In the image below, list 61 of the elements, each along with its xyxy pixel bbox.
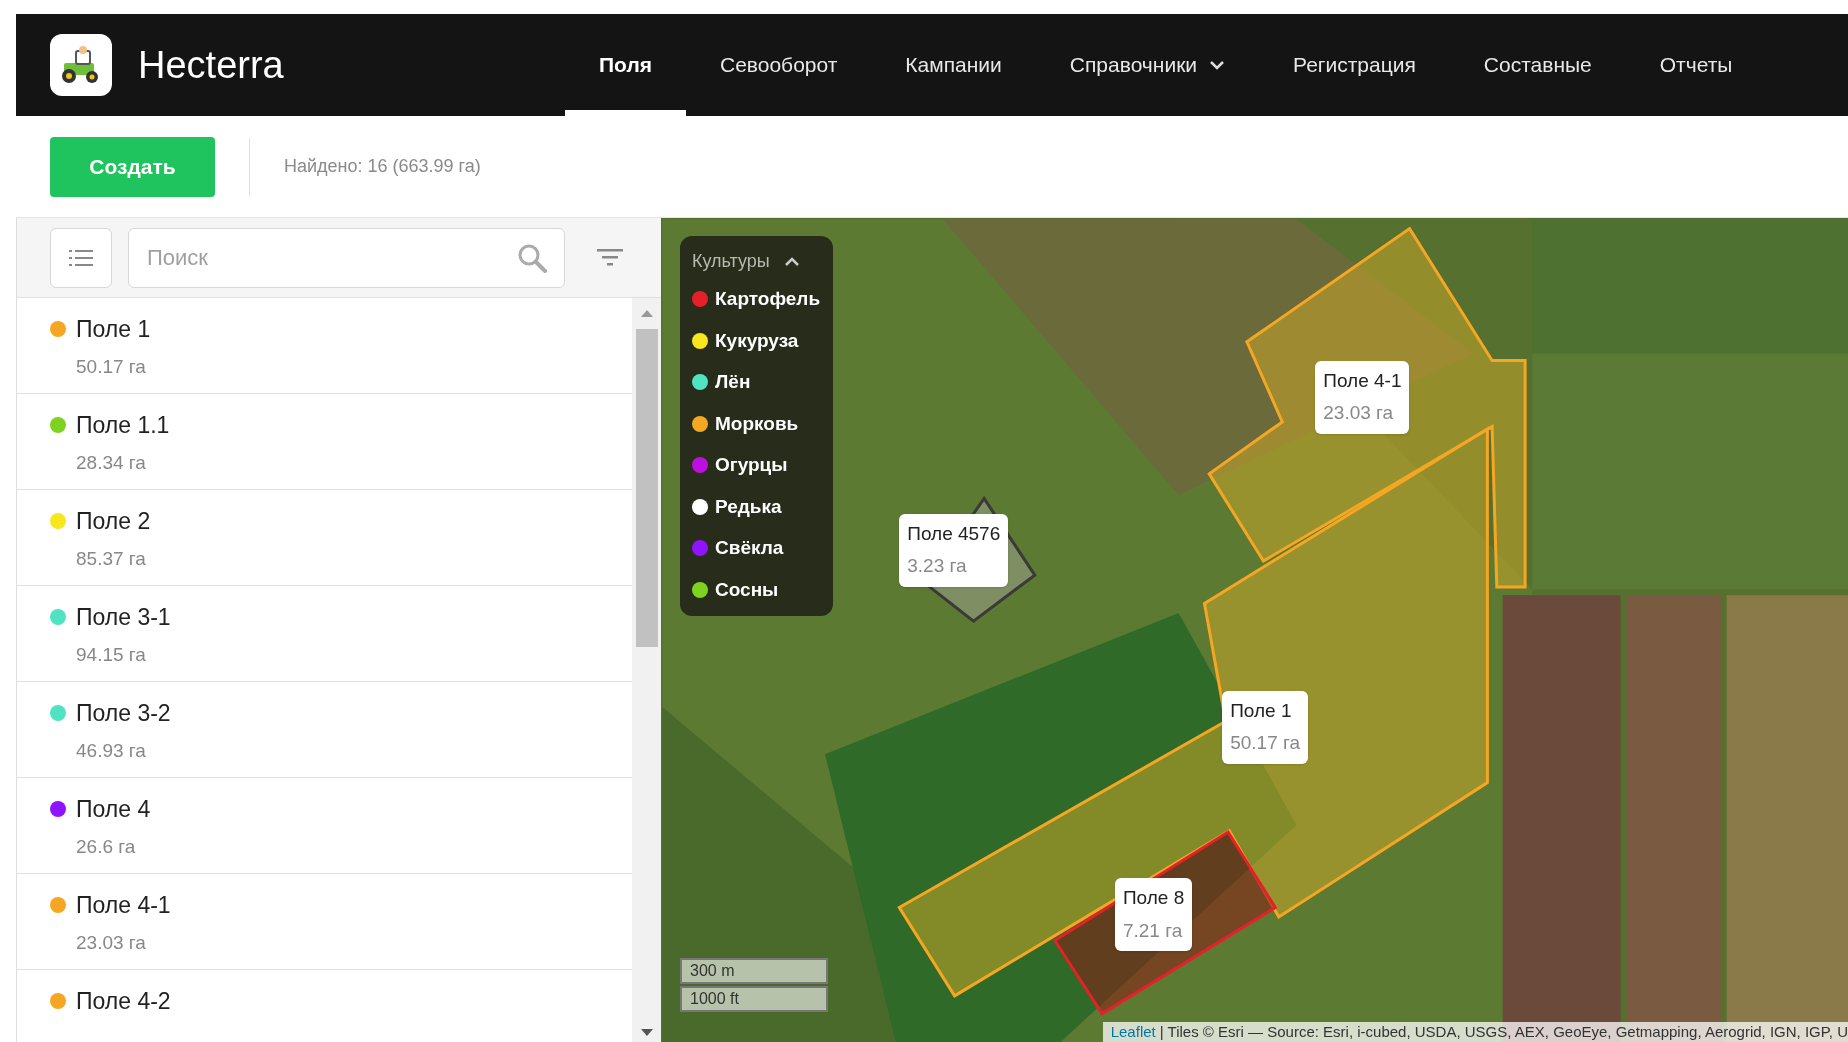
attribution-text: | Tiles © Esri — Source: Esri, i-cubed, USDA, USGS, AEX, GeoEye, Getmapping, Aerogrid, IGN, IGP, U [1159, 1021, 1848, 1042]
field-name: Поле 4-1 [1323, 368, 1402, 393]
scale-bar: 1000 ft [680, 986, 828, 1012]
legend-label: Кукуруза [715, 328, 799, 353]
field-name: Поле 3-1 [76, 603, 171, 632]
legend-title: Культуры [692, 250, 770, 273]
field-name: Поле 2 [76, 507, 151, 536]
field-area: 26.6 га [76, 832, 136, 861]
scrollbar-thumb[interactable] [635, 329, 658, 647]
field-name: Поле 4-1 [76, 891, 171, 920]
legend-label: Редька [715, 494, 782, 519]
field-area: 85.37 га [76, 544, 146, 573]
app-name: Hecterra [138, 42, 284, 88]
field-name: Поле 4576 [907, 521, 1001, 546]
leaflet-link[interactable]: Leaflet [1110, 1020, 1156, 1042]
field-tooltip[interactable]: Поле 1 50.17 га [1222, 690, 1309, 764]
list-icon [69, 249, 93, 266]
field-name: Поле 1 [1230, 698, 1293, 723]
search-field[interactable]: Поиск [128, 227, 565, 288]
chevron-up-icon[interactable] [783, 256, 800, 267]
nav-tab[interactable]: Кампании [871, 14, 1036, 116]
nav-tab[interactable]: Составные [1449, 14, 1626, 116]
field-name: Поле 4-2 [76, 987, 171, 1016]
legend-label: Сосны [715, 577, 779, 602]
nav-tab[interactable]: Регистрация [1259, 14, 1450, 116]
nav-tab[interactable]: Севооборот [686, 14, 872, 116]
legend-label: Огурцы [715, 453, 788, 477]
field-area: 50.17 га [76, 352, 146, 381]
field-name: Поле 8 [1122, 886, 1185, 911]
nav-tab[interactable]: Справочники [1035, 14, 1260, 116]
field-tooltip[interactable]: Поле 4-1 23.03 га [1315, 360, 1410, 434]
field-area: 3.23 га [907, 552, 1001, 581]
field-area: 94.15 га [76, 640, 146, 669]
field-area: 46.93 га [76, 736, 146, 765]
field-name: Поле 1 [76, 315, 151, 344]
list-view-button[interactable] [50, 227, 112, 288]
caret-icon [1209, 60, 1226, 70]
field-area: 50.17 га [1230, 729, 1301, 758]
found-count: Найдено: 16 (663.99 га) [284, 155, 481, 178]
scroll-down-icon[interactable] [640, 1029, 653, 1036]
legend-label: Лён [715, 370, 751, 394]
field-area: 23.03 га [76, 928, 146, 957]
field-area: 28.34 га [76, 448, 146, 477]
field-area: 23.03 га [1323, 399, 1402, 428]
field-polygon[interactable] [897, 426, 1489, 998]
legend-label: Свёкла [715, 536, 784, 560]
legend-label: Картофель [715, 287, 821, 311]
field-polygon[interactable] [1207, 226, 1527, 589]
scrollbar[interactable] [632, 298, 661, 1042]
field-name: Поле 1.1 [76, 411, 170, 440]
legend-label: Морковь [715, 411, 799, 436]
search-icon [517, 242, 547, 273]
scale-bar: 300 m [680, 958, 828, 984]
field-area: 7.21 га [1122, 916, 1185, 946]
field-name: Поле 4 [76, 795, 151, 824]
nav-tab[interactable]: Отчеты [1625, 14, 1767, 116]
filter-icon [597, 248, 623, 267]
nav-tab[interactable]: Поля [565, 14, 686, 116]
field-name: Поле 3-2 [76, 699, 171, 728]
field-tooltip[interactable]: Поле 4576 3.23 га [899, 513, 1009, 587]
field-tooltip[interactable]: Поле 8 7.21 га [1114, 878, 1193, 952]
